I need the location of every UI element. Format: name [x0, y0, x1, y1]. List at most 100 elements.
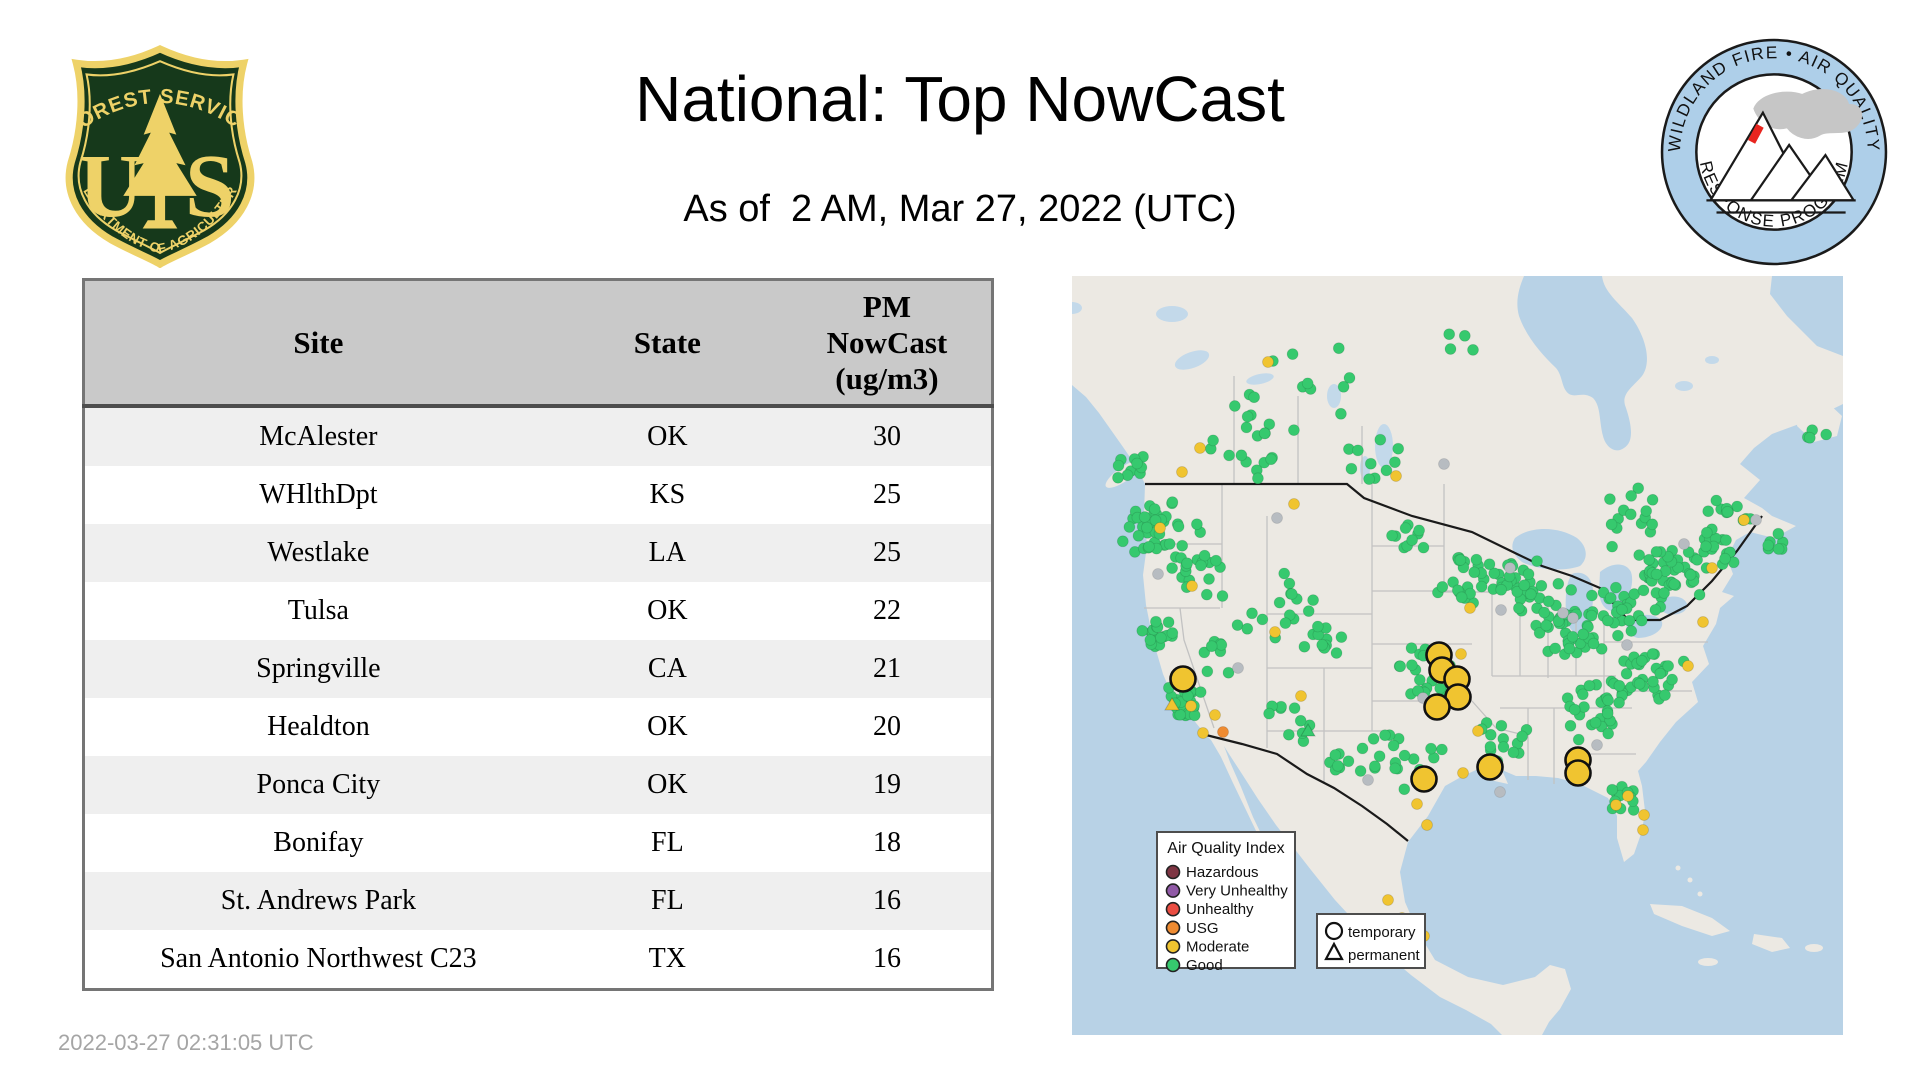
good-monitor-dot	[1283, 577, 1296, 590]
good-monitor-dot	[1612, 629, 1624, 642]
site-cell: Bonifay	[83, 814, 552, 872]
good-monitor-dot	[1633, 677, 1646, 690]
top-nowcast-table: Site State PM NowCast (ug/m3) McAlester OK 3…	[82, 278, 994, 991]
value-cell: 25	[782, 524, 993, 582]
good-monitor-dot	[1285, 588, 1298, 600]
good-monitor-dot	[1646, 518, 1659, 531]
good-monitor-dot	[1434, 682, 1447, 695]
column-header-pm-nowcast: PM NowCast (ug/m3)	[782, 279, 993, 408]
moderate-monitor-dot	[1390, 470, 1402, 482]
good-monitor-dot	[1367, 732, 1380, 745]
column-header-state: State	[551, 279, 783, 408]
good-monitor-dot	[1216, 590, 1229, 602]
no-data-monitor-dot	[1567, 612, 1579, 624]
good-monitor-dot	[1228, 400, 1241, 412]
no-data-monitor-dot	[1621, 639, 1633, 651]
good-monitor-dot	[1772, 543, 1785, 555]
good-monitor-dot	[1475, 580, 1488, 593]
good-monitor-dot	[1637, 584, 1650, 597]
good-monitor-dot	[1531, 555, 1543, 568]
puerto-rico	[1805, 944, 1823, 952]
good-monitor-dot	[1616, 603, 1628, 616]
column-header-site: Site	[83, 279, 552, 408]
moderate-monitor-dot	[1706, 562, 1718, 574]
table-row: McAlester OK 30	[83, 406, 993, 466]
value-cell: 20	[782, 698, 993, 756]
good-monitor-dot	[1605, 518, 1618, 531]
table-row: WHlthDpt KS 25	[83, 466, 993, 524]
good-monitor-dot	[1150, 615, 1162, 628]
good-monitor-dot	[1278, 567, 1291, 580]
good-monitor-dot	[1613, 679, 1626, 692]
good-monitor-dot	[1143, 540, 1155, 553]
aqi-legend-label: Very Unhealthy	[1186, 883, 1288, 900]
table-row: San Antonio Northwest C23 TX 16	[83, 930, 993, 990]
good-monitor-dot	[1334, 407, 1347, 420]
good-monitor-dot	[1172, 520, 1185, 533]
good-monitor-dot	[1331, 759, 1344, 772]
permanent-label: permanent	[1348, 947, 1421, 964]
top-site-circle	[1423, 693, 1451, 721]
good-monitor-dot	[1700, 540, 1712, 553]
good-monitor-dot	[1613, 696, 1625, 709]
site-cell: Ponca City	[83, 756, 552, 814]
good-monitor-dot	[1316, 638, 1329, 651]
good-monitor-dot	[1273, 596, 1286, 609]
good-monitor-dot	[1624, 508, 1637, 521]
good-monitor-dot	[1335, 631, 1348, 644]
good-monitor-dot	[1398, 749, 1411, 762]
usg-monitor-dot	[1217, 726, 1229, 738]
moderate-monitor-dot	[1197, 727, 1209, 739]
good-monitor-dot	[1379, 729, 1391, 742]
moderate-monitor-dot	[1154, 522, 1166, 534]
good-monitor-dot	[1640, 505, 1653, 517]
good-monitor-dot	[1166, 496, 1179, 509]
very_unhealthy-legend-icon	[1165, 883, 1181, 898]
good-monitor-dot	[1720, 534, 1732, 547]
no-data-monitor-dot	[1557, 607, 1569, 619]
value-cell: 16	[782, 872, 993, 930]
aqi-legend-label: Hazardous	[1186, 864, 1259, 881]
good-monitor-dot	[1301, 377, 1314, 390]
site-cell: St. Andrews Park	[83, 872, 552, 930]
good-legend-icon	[1165, 957, 1181, 973]
good-monitor-dot	[1166, 562, 1178, 575]
good-monitor-dot	[1668, 578, 1681, 591]
no-data-monitor-dot	[1591, 739, 1603, 751]
good-monitor-dot	[1332, 342, 1345, 355]
good-monitor-dot	[1565, 583, 1578, 596]
moderate-monitor-dot	[1682, 660, 1694, 672]
value-cell: 25	[782, 466, 993, 524]
moderate-monitor-dot	[1638, 809, 1650, 821]
good-monitor-dot	[1307, 594, 1320, 607]
good-monitor-dot	[1602, 727, 1615, 740]
moderate-monitor-dot	[1185, 700, 1197, 712]
good-monitor-dot	[1604, 493, 1616, 506]
site-cell: WHlthDpt	[83, 466, 552, 524]
good-monitor-dot	[1654, 667, 1667, 680]
good-monitor-dot	[1351, 444, 1364, 457]
state-cell: CA	[551, 640, 783, 698]
generation-timestamp: 2022-03-27 02:31:05 UTC	[58, 1030, 314, 1055]
site-cell: San Antonio Northwest C23	[83, 930, 552, 990]
good-monitor-dot	[1356, 742, 1369, 755]
air-quality-map: Air Quality Index Hazardous Very Unhealth…	[1062, 276, 1843, 1035]
no-data-monitor-dot	[1495, 604, 1507, 616]
good-monitor-dot	[1516, 730, 1529, 743]
good-monitor-dot	[1112, 471, 1124, 484]
site-cell: Healdton	[83, 698, 552, 756]
good-monitor-dot	[1181, 557, 1193, 570]
good-monitor-dot	[1399, 522, 1412, 535]
good-monitor-dot	[1564, 719, 1577, 732]
good-monitor-dot	[1623, 614, 1636, 627]
good-monitor-dot	[1251, 472, 1264, 485]
good-monitor-dot	[1405, 659, 1418, 672]
state-cell: OK	[551, 756, 783, 814]
good-monitor-dot	[1155, 631, 1167, 644]
good-monitor-dot	[1263, 707, 1276, 720]
good-monitor-dot	[1298, 640, 1311, 653]
good-monitor-dot	[1803, 431, 1816, 444]
good-monitor-dot	[1435, 743, 1448, 756]
moderate-monitor-dot	[1288, 498, 1300, 510]
good-monitor-dot	[1354, 765, 1367, 777]
